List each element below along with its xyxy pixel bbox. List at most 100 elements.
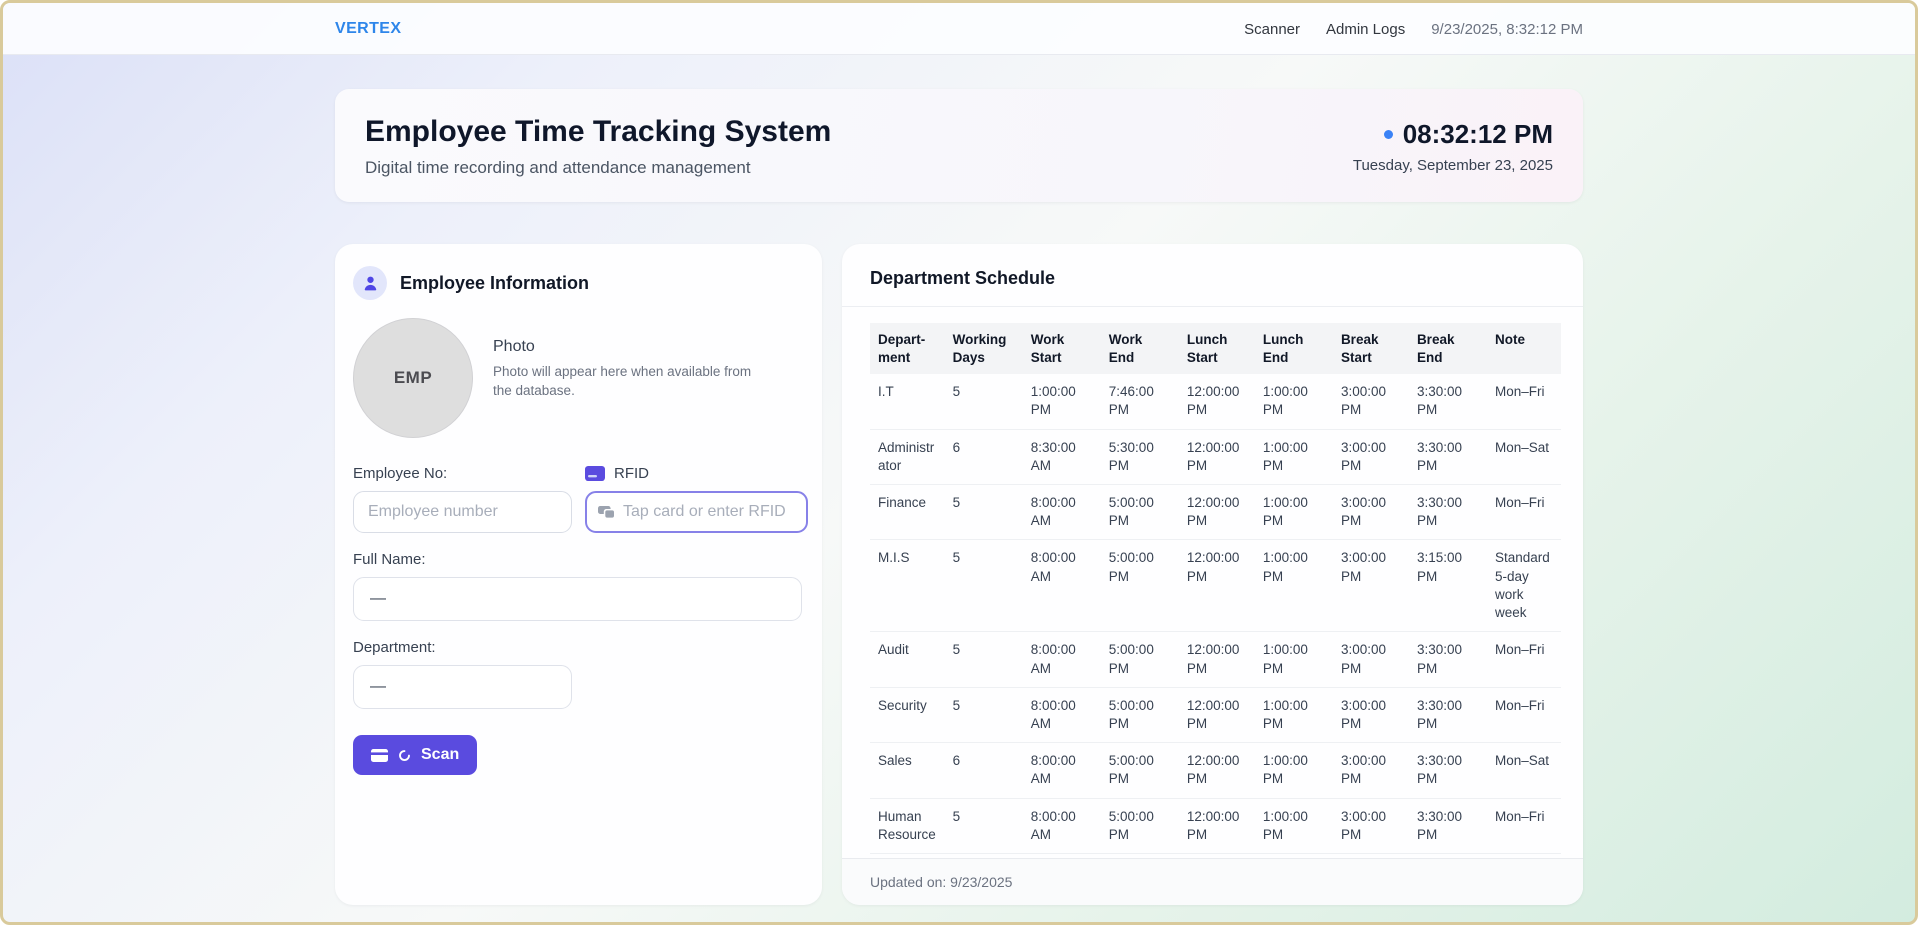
schedule-table-cell: 3:00:00 PM	[1333, 429, 1409, 484]
schedule-table-cell: 3:00:00 PM	[1333, 687, 1409, 742]
schedule-table-cell: 3:30:00 PM	[1409, 429, 1487, 484]
schedule-table-cell: 5	[945, 687, 1023, 742]
employee-info-panel: Employee Information EMP Photo Photo wil…	[335, 244, 822, 905]
full-name-label: Full Name:	[353, 550, 802, 568]
schedule-column-header: Break End	[1409, 323, 1487, 374]
schedule-updated-text: Updated on: 9/23/2025	[870, 874, 1012, 890]
photo-label: Photo	[493, 338, 763, 356]
schedule-table-cell: Audit	[870, 632, 945, 687]
schedule-table-cell: 5	[945, 632, 1023, 687]
schedule-table-cell: 6	[945, 743, 1023, 798]
schedule-column-header: Note	[1487, 323, 1561, 374]
schedule-table-cell: I.T	[870, 374, 945, 429]
schedule-table-cell: 6	[945, 429, 1023, 484]
employee-photo-placeholder: EMP	[353, 318, 473, 438]
nav-timestamp: 9/23/2025, 8:32:12 PM	[1431, 21, 1583, 38]
schedule-table-cell: Mon–Fri	[1487, 484, 1561, 539]
page-header-card: Employee Time Tracking System Digital ti…	[335, 89, 1583, 202]
schedule-table-cell: 8:00:00 AM	[1023, 687, 1101, 742]
schedule-table-cell: 5	[945, 374, 1023, 429]
schedule-table-cell: 12:00:00 PM	[1179, 687, 1255, 742]
schedule-table-cell: Standard 5-day work week	[1487, 540, 1561, 632]
schedule-column-header: Break Start	[1333, 323, 1409, 374]
schedule-table-cell: 12:00:00 PM	[1179, 632, 1255, 687]
schedule-table-cell: 5	[945, 540, 1023, 632]
schedule-table-cell: 3:15:00 PM	[1409, 540, 1487, 632]
schedule-column-header: Work End	[1101, 323, 1179, 374]
schedule-table-row: Sales68:00:00 AM5:00:00 PM12:00:00 PM1:0…	[870, 743, 1561, 798]
schedule-table-cell: 3:30:00 PM	[1409, 687, 1487, 742]
schedule-table-cell: 1:00:00 PM	[1023, 374, 1101, 429]
schedule-table-cell: 1:00:00 PM	[1255, 540, 1333, 632]
page-subtitle: Digital time recording and attendance ma…	[365, 158, 831, 178]
schedule-table-cell: Security	[870, 687, 945, 742]
department-label: Department:	[353, 638, 802, 656]
schedule-table-cell: Mon–Fri	[1487, 798, 1561, 853]
clock-date: Tuesday, September 23, 2025	[1353, 157, 1553, 174]
full-name-value: —	[353, 577, 802, 621]
scan-button[interactable]: Scan	[353, 735, 477, 775]
schedule-table-cell: 1:00:00 PM	[1255, 374, 1333, 429]
schedule-table-cell: 8:00:00 AM	[1023, 743, 1101, 798]
schedule-table-cell: 1:00:00 PM	[1255, 743, 1333, 798]
schedule-table: Depart-mentWorking DaysWork StartWork En…	[870, 323, 1561, 854]
schedule-table-cell: 5:00:00 PM	[1101, 484, 1179, 539]
employee-no-input[interactable]	[353, 491, 572, 533]
schedule-column-header: Lunch End	[1255, 323, 1333, 374]
schedule-table-cell: 7:46:00 PM	[1101, 374, 1179, 429]
schedule-table-cell: 3:00:00 PM	[1333, 632, 1409, 687]
schedule-table-cell: Mon–Sat	[1487, 743, 1561, 798]
schedule-table-cell: 5:00:00 PM	[1101, 632, 1179, 687]
schedule-table-row: Finance58:00:00 AM5:00:00 PM12:00:00 PM1…	[870, 484, 1561, 539]
brand-logo[interactable]: VERTEX	[335, 20, 401, 38]
tap-card-icon	[597, 505, 615, 519]
schedule-table-row: Security58:00:00 AM5:00:00 PM12:00:00 PM…	[870, 687, 1561, 742]
schedule-table-cell: 12:00:00 PM	[1179, 798, 1255, 853]
schedule-table-cell: 12:00:00 PM	[1179, 743, 1255, 798]
schedule-column-header: Lunch Start	[1179, 323, 1255, 374]
department-schedule-panel: Department Schedule Depart-mentWorking D…	[842, 244, 1583, 905]
page-title: Employee Time Tracking System	[365, 115, 831, 149]
schedule-header-row: Depart-mentWorking DaysWork StartWork En…	[870, 323, 1561, 374]
schedule-table-row: Audit58:00:00 AM5:00:00 PM12:00:00 PM1:0…	[870, 632, 1561, 687]
nav-link-scanner[interactable]: Scanner	[1244, 21, 1300, 38]
rfid-card-icon	[585, 466, 605, 481]
schedule-table-cell: 3:30:00 PM	[1409, 484, 1487, 539]
schedule-table-cell: 8:00:00 AM	[1023, 798, 1101, 853]
schedule-table-cell: 5	[945, 484, 1023, 539]
schedule-table-cell: 5:30:00 PM	[1101, 429, 1179, 484]
schedule-table-cell: 1:00:00 PM	[1255, 429, 1333, 484]
schedule-table-cell: 3:00:00 PM	[1333, 484, 1409, 539]
schedule-table-cell: 3:00:00 PM	[1333, 540, 1409, 632]
schedule-table-cell: 8:00:00 AM	[1023, 484, 1101, 539]
schedule-table-cell: 12:00:00 PM	[1179, 540, 1255, 632]
schedule-table-cell: 3:00:00 PM	[1333, 798, 1409, 853]
schedule-table-cell: 3:00:00 PM	[1333, 743, 1409, 798]
schedule-table-cell: 1:00:00 PM	[1255, 687, 1333, 742]
department-value: —	[353, 665, 572, 709]
rfid-input[interactable]	[623, 503, 796, 521]
schedule-table-cell: 5:00:00 PM	[1101, 540, 1179, 632]
schedule-column-header: Depart-ment	[870, 323, 945, 374]
schedule-table-cell: 5:00:00 PM	[1101, 687, 1179, 742]
schedule-table-cell: 1:00:00 PM	[1255, 798, 1333, 853]
scan-card-icon	[371, 749, 388, 762]
schedule-table-cell: 1:00:00 PM	[1255, 484, 1333, 539]
scan-spinner-icon	[397, 748, 412, 763]
schedule-table-cell: 12:00:00 PM	[1179, 429, 1255, 484]
schedule-table-cell: Mon–Sat	[1487, 429, 1561, 484]
schedule-table-row: M.I.S58:00:00 AM5:00:00 PM12:00:00 PM1:0…	[870, 540, 1561, 632]
schedule-table-cell: 3:30:00 PM	[1409, 632, 1487, 687]
schedule-table-cell: 5:00:00 PM	[1101, 743, 1179, 798]
schedule-table-cell: Finance	[870, 484, 945, 539]
nav-link-admin-logs[interactable]: Admin Logs	[1326, 21, 1405, 38]
schedule-column-header: Working Days	[945, 323, 1023, 374]
schedule-table-cell: Human Resource	[870, 798, 945, 853]
schedule-table-row: Administrator68:30:00 AM5:30:00 PM12:00:…	[870, 429, 1561, 484]
schedule-table-cell: 12:00:00 PM	[1179, 484, 1255, 539]
person-icon	[353, 266, 387, 300]
rfid-label: RFID	[614, 465, 649, 482]
schedule-table-cell: Administrator	[870, 429, 945, 484]
schedule-column-header: Work Start	[1023, 323, 1101, 374]
schedule-table-row: I.T51:00:00 PM7:46:00 PM12:00:00 PM1:00:…	[870, 374, 1561, 429]
